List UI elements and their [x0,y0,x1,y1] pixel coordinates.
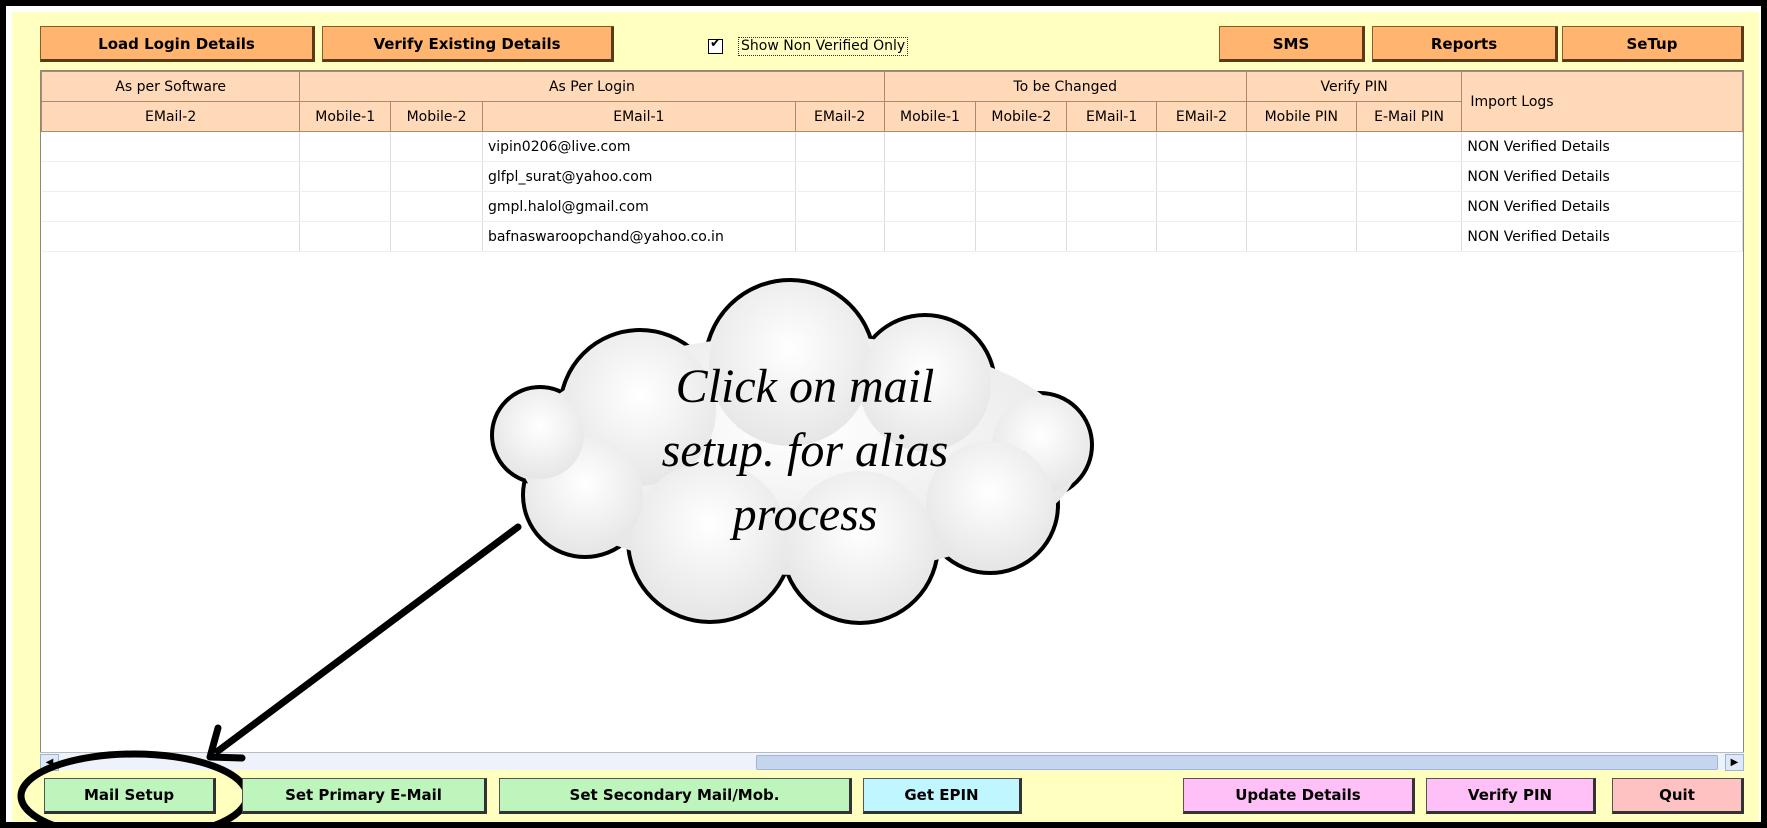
setup-button[interactable]: SeTup [1562,26,1744,62]
column-login-email-2[interactable]: EMail-2 [794,101,885,132]
cell[interactable] [299,161,392,192]
column-login-mobile-1[interactable]: Mobile-1 [299,101,392,132]
annotation-line-1: Click on mail [675,360,935,413]
cloud-annotation-text: Click on mail setup. for alias process [615,355,995,547]
cell[interactable] [975,191,1068,222]
column-software-email-2[interactable]: EMail-2 [40,101,301,132]
cell[interactable] [795,221,885,252]
mail-setup-button[interactable]: Mail Setup [44,778,216,814]
cell[interactable] [884,161,977,192]
column-login-email-1[interactable]: EMail-1 [481,101,796,132]
cell-email-1[interactable]: glfpl_surat@yahoo.com [482,161,796,192]
cell[interactable] [1156,131,1247,162]
cell[interactable] [390,191,483,222]
verify-existing-details-button[interactable]: Verify Existing Details [322,26,614,62]
cell[interactable] [1356,191,1463,222]
table-row[interactable]: glfpl_surat@yahoo.com NON Verified Detai… [41,161,1743,192]
group-as-per-software: As per Software [40,71,301,102]
cell[interactable] [1066,161,1158,192]
update-details-button[interactable]: Update Details [1183,778,1415,814]
table-row[interactable]: vipin0206@live.com NON Verified Details [41,131,1743,162]
cell[interactable] [795,131,885,162]
group-verify-pin: Verify PIN [1245,71,1463,102]
column-change-mobile-1[interactable]: Mobile-1 [883,101,977,132]
column-mobile-pin[interactable]: Mobile PIN [1245,101,1357,132]
cell[interactable] [299,191,392,222]
cell[interactable] [1246,131,1357,162]
show-non-verified-checkbox[interactable] [708,36,723,54]
scroll-right-icon[interactable]: ▶ [1725,754,1744,771]
cell-import-log[interactable]: NON Verified Details [1461,131,1743,162]
cell[interactable] [41,221,301,252]
cell[interactable] [1356,161,1463,192]
show-non-verified-label[interactable]: Show Non Verified Only [738,37,909,56]
get-epin-button[interactable]: Get EPIN [863,778,1022,814]
cell-import-log[interactable]: NON Verified Details [1461,161,1743,192]
cell[interactable] [884,131,977,162]
cell[interactable] [299,131,392,162]
cell[interactable] [299,221,392,252]
table-row[interactable]: gmpl.halol@gmail.com NON Verified Detail… [41,191,1743,222]
column-import-logs[interactable]: Import Logs [1461,71,1743,132]
annotation-line-2: setup. for alias [661,424,949,477]
cell[interactable] [975,161,1068,192]
cell[interactable] [795,161,885,192]
cell[interactable] [795,191,885,222]
column-login-mobile-2[interactable]: Mobile-2 [390,101,483,132]
column-email-pin[interactable]: E-Mail PIN [1355,101,1463,132]
cell[interactable] [975,221,1068,252]
group-to-be-changed: To be Changed [883,71,1247,102]
cell[interactable] [1156,161,1247,192]
cell[interactable] [41,131,301,162]
table-row[interactable]: bafnaswaroopchand@yahoo.co.in NON Verifi… [41,221,1743,252]
cell-email-1[interactable]: vipin0206@live.com [482,131,796,162]
set-secondary-mail-button[interactable]: Set Secondary Mail/Mob. [499,778,852,814]
details-table: As per Software As Per Login To be Chang… [40,71,1743,252]
cell[interactable] [884,191,977,222]
group-header-row: As per Software As Per Login To be Chang… [40,71,1743,132]
verify-pin-button[interactable]: Verify PIN [1426,778,1596,814]
cell[interactable] [1066,191,1158,222]
cell[interactable] [390,131,483,162]
cell[interactable] [975,131,1068,162]
cell[interactable] [1156,191,1247,222]
cell[interactable] [390,161,483,192]
scrollbar-thumb[interactable] [756,755,1718,770]
cell[interactable] [1356,221,1463,252]
cell[interactable] [1246,191,1357,222]
cell[interactable] [390,221,483,252]
group-as-per-login: As Per Login [299,71,885,102]
cell[interactable] [1246,221,1357,252]
horizontal-scrollbar[interactable]: ◀ ▶ [40,752,1744,771]
cell[interactable] [1066,221,1158,252]
cell[interactable] [41,161,301,192]
load-login-details-button[interactable]: Load Login Details [40,26,315,62]
column-change-email-2[interactable]: EMail-2 [1156,101,1247,132]
cell[interactable] [884,221,977,252]
cell-email-1[interactable]: bafnaswaroopchand@yahoo.co.in [482,221,796,252]
sms-button[interactable]: SMS [1219,26,1365,62]
scroll-left-icon[interactable]: ◀ [40,754,59,771]
quit-button[interactable]: Quit [1612,778,1744,814]
cell-import-log[interactable]: NON Verified Details [1461,191,1743,222]
reports-button[interactable]: Reports [1372,26,1558,62]
cell[interactable] [1066,131,1158,162]
cell[interactable] [1156,221,1247,252]
cell[interactable] [1356,131,1463,162]
set-primary-email-button[interactable]: Set Primary E-Mail [242,778,487,814]
cell[interactable] [1246,161,1357,192]
cell[interactable] [41,191,301,222]
column-change-mobile-2[interactable]: Mobile-2 [975,101,1068,132]
cell-import-log[interactable]: NON Verified Details [1461,221,1743,252]
column-change-email-1[interactable]: EMail-1 [1066,101,1158,132]
cell-email-1[interactable]: gmpl.halol@gmail.com [482,191,796,222]
annotation-line-3: process [732,488,878,541]
